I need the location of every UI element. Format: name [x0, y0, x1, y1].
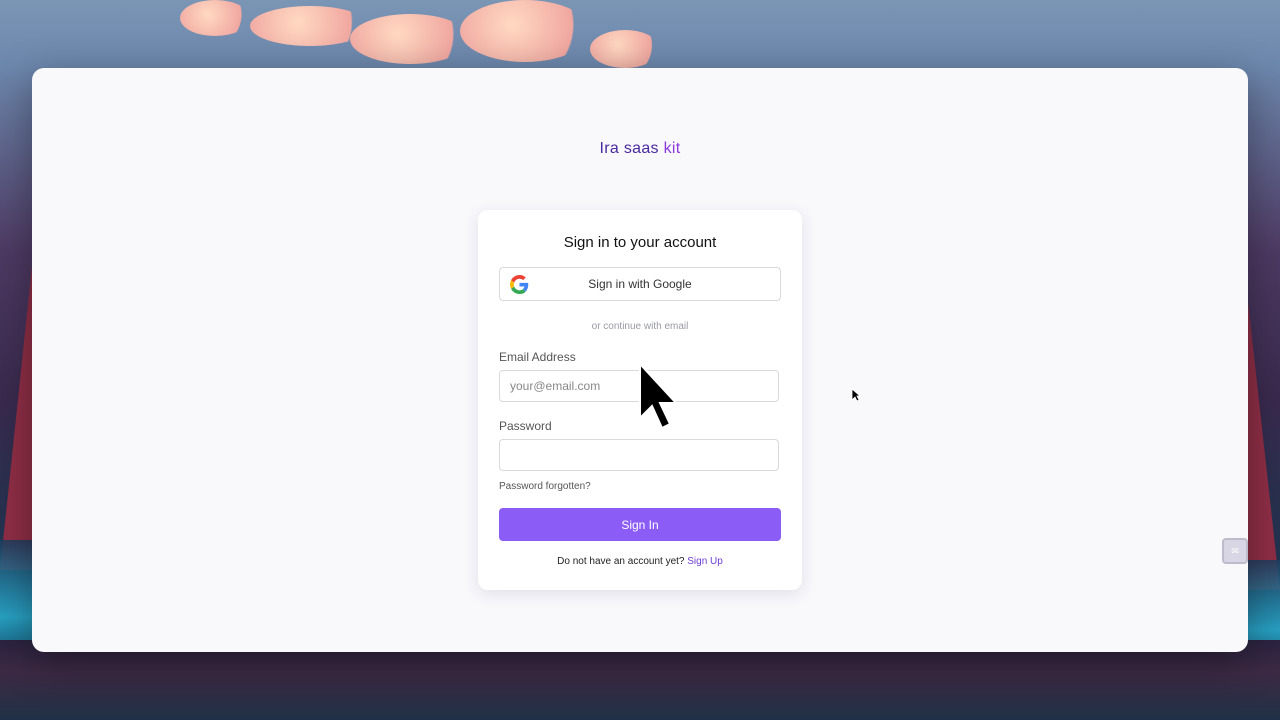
brand-name-accent: kit [663, 140, 681, 157]
password-field[interactable] [499, 439, 779, 471]
mouse-pointer-icon [851, 388, 861, 402]
password-label: Password [499, 419, 552, 433]
google-icon [510, 275, 529, 294]
mail-icon: ✉ [1231, 545, 1239, 556]
sign-in-button[interactable]: Sign In [499, 508, 781, 541]
wallpaper-cloud [590, 30, 660, 68]
wallpaper-ground [0, 640, 1280, 720]
sign-up-link[interactable]: Sign Up [687, 556, 723, 567]
side-widget[interactable]: ✉ [1222, 538, 1248, 564]
sign-in-button-label: Sign In [621, 517, 659, 532]
brand-name: Ira saas [599, 140, 664, 157]
sign-up-prompt: Do not have an account yet? Sign Up [478, 556, 802, 567]
google-button-label: Sign in with Google [588, 277, 692, 291]
google-sign-in-button[interactable]: Sign in with Google [499, 267, 781, 301]
wallpaper-cloud [180, 0, 250, 36]
email-label: Email Address [499, 350, 576, 364]
divider-text: or continue with email [591, 321, 689, 332]
wallpaper-cloud [350, 14, 470, 64]
card-title: Sign in to your account [563, 234, 717, 251]
sign-up-prompt-text: Do not have an account yet? [557, 556, 688, 567]
password-forgotten-link[interactable]: Password forgotten? [499, 481, 591, 492]
wallpaper-cloud [460, 0, 590, 62]
mouse-pointer-icon [639, 361, 679, 430]
brand-logo[interactable]: Ira saas kit [32, 140, 1248, 158]
